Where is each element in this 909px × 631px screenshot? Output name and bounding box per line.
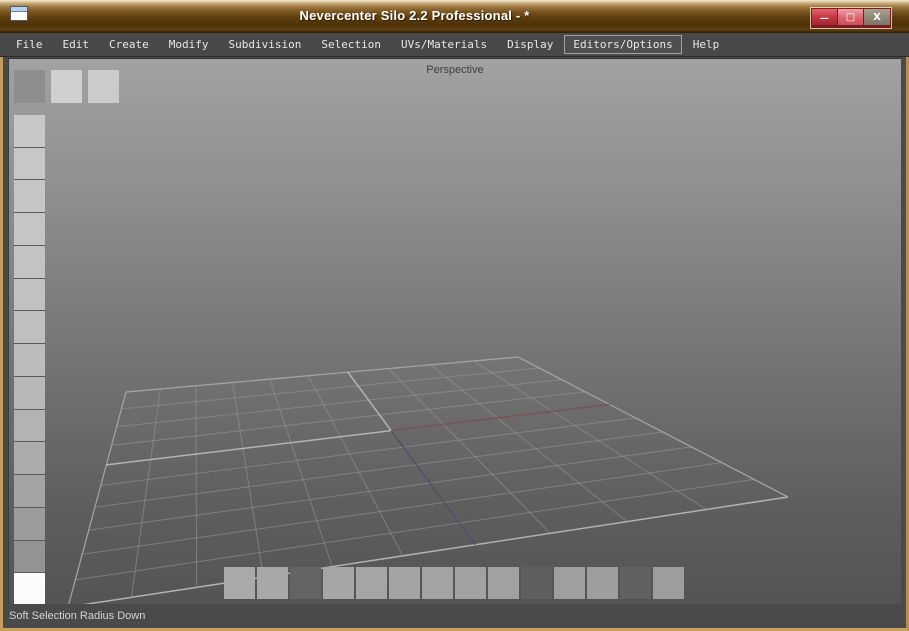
maximize-icon: □ [845, 11, 856, 23]
close-icon: X [873, 11, 881, 23]
left-toolbar-button-15[interactable] [14, 573, 45, 604]
left-toolbar-button-5[interactable] [14, 245, 45, 278]
window-icon [10, 6, 28, 21]
bottom-toolbar-button-9[interactable] [488, 567, 519, 599]
menu-modify[interactable]: Modify [160, 35, 218, 54]
statusbar: Soft Selection Radius Down [3, 604, 906, 628]
bottom-toolbar-button-12[interactable] [587, 567, 618, 599]
bottom-toolbar-button-8[interactable] [455, 567, 486, 599]
close-button[interactable]: X [864, 9, 890, 25]
minimize-button[interactable]: — [812, 9, 838, 25]
status-text: Soft Selection Radius Down [9, 610, 146, 622]
left-toolbar-button-3[interactable] [14, 180, 45, 213]
bottom-toolbar-button-3[interactable] [290, 567, 321, 599]
top-toolbar-button-3[interactable] [88, 70, 119, 103]
menu-selection[interactable]: Selection [312, 35, 390, 54]
left-toolbar-button-14[interactable] [14, 540, 45, 573]
left-toolbar [14, 115, 45, 604]
bottom-toolbar-button-2[interactable] [257, 567, 288, 599]
minimize-icon: — [820, 13, 829, 24]
titlebar[interactable]: Nevercenter Silo 2.2 Professional - * — … [0, 0, 909, 33]
left-toolbar-button-8[interactable] [14, 344, 45, 376]
left-toolbar-button-10[interactable] [14, 409, 45, 442]
top-toolbar [14, 70, 119, 103]
top-toolbar-button-2[interactable] [51, 70, 82, 103]
menu-help[interactable]: Help [684, 35, 729, 54]
top-toolbar-button-1[interactable] [14, 70, 45, 103]
maximize-button[interactable]: □ [838, 9, 864, 25]
menu-file[interactable]: File [7, 35, 52, 54]
window-title: Nevercenter Silo 2.2 Professional - * [299, 8, 530, 23]
left-toolbar-button-12[interactable] [14, 475, 45, 507]
window-controls: — □ X [810, 7, 892, 29]
left-toolbar-button-13[interactable] [14, 507, 45, 540]
left-toolbar-button-4[interactable] [14, 213, 45, 245]
bottom-toolbar-button-11[interactable] [554, 567, 585, 599]
left-toolbar-button-6[interactable] [14, 278, 45, 311]
menu-display[interactable]: Display [498, 35, 562, 54]
viewport-label: Perspective [426, 64, 484, 76]
left-toolbar-button-11[interactable] [14, 442, 45, 475]
viewport-perspective[interactable]: Perspective [8, 58, 901, 604]
bottom-toolbar-button-4[interactable] [323, 567, 354, 599]
left-toolbar-button-7[interactable] [14, 311, 45, 344]
bottom-toolbar-button-10[interactable] [521, 567, 552, 599]
bottom-toolbar-button-13[interactable] [620, 567, 651, 599]
left-toolbar-button-9[interactable] [14, 376, 45, 409]
menu-uvs-materials[interactable]: UVs/Materials [392, 35, 496, 54]
menu-subdivision[interactable]: Subdivision [220, 35, 311, 54]
left-toolbar-button-2[interactable] [14, 147, 45, 180]
bottom-toolbar [224, 567, 684, 599]
bottom-toolbar-button-14[interactable] [653, 567, 684, 599]
left-toolbar-button-1[interactable] [14, 115, 45, 147]
ground-grid [68, 356, 789, 604]
menu-editors-options[interactable]: Editors/Options [564, 35, 682, 54]
bottom-toolbar-button-5[interactable] [356, 567, 387, 599]
bottom-toolbar-button-7[interactable] [422, 567, 453, 599]
menu-edit[interactable]: Edit [54, 35, 99, 54]
menubar: File Edit Create Modify Subdivision Selection… [0, 33, 909, 57]
bottom-toolbar-button-1[interactable] [224, 567, 255, 599]
menu-create[interactable]: Create [100, 35, 158, 54]
bottom-toolbar-button-6[interactable] [389, 567, 420, 599]
